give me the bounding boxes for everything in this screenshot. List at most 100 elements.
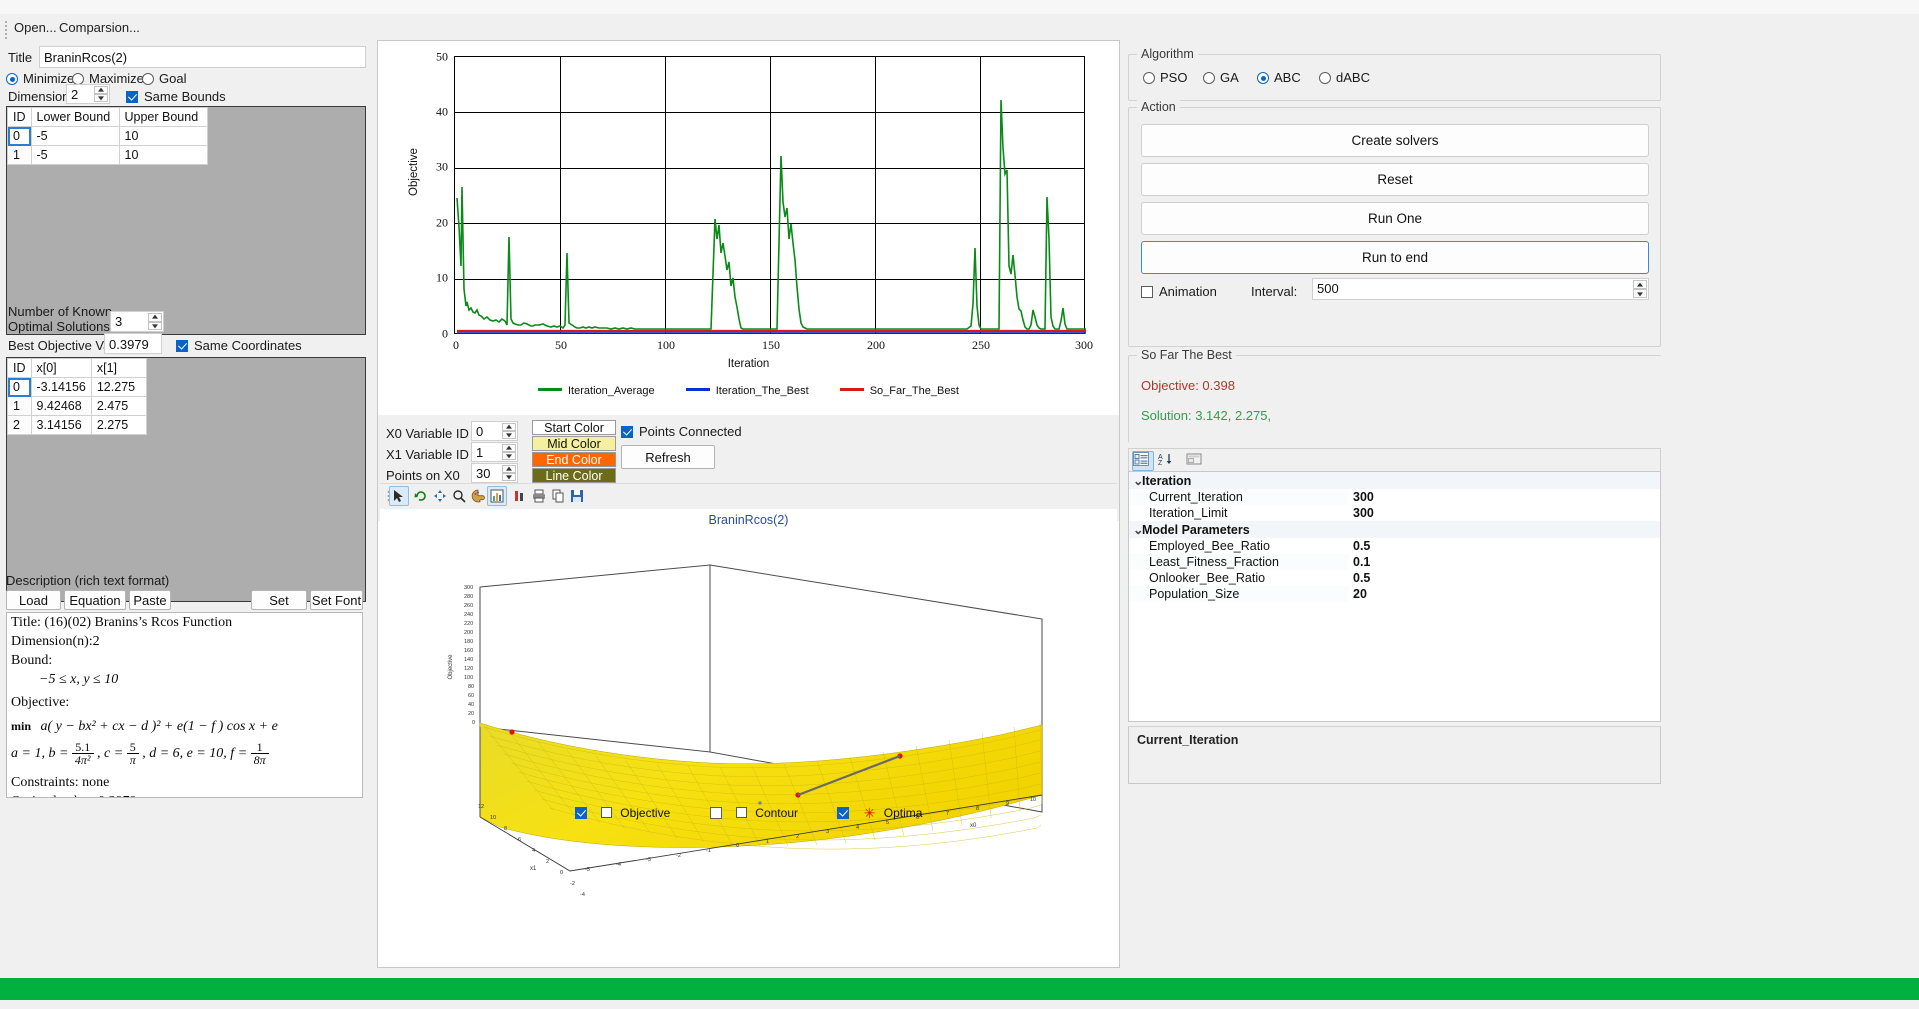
dimension-stepper-up[interactable] [94, 86, 108, 94]
bounds-row1-lower[interactable]: -5 [30, 145, 120, 165]
title-input[interactable]: BraninRcos(2) [39, 46, 366, 68]
bounds-row1-id[interactable]: 1 [7, 145, 32, 165]
points-stepper-buttons[interactable] [502, 465, 516, 481]
checkbox-same-bounds[interactable]: Same Bounds [126, 89, 226, 104]
checkbox-same-coordinates[interactable]: Same Coordinates [176, 338, 302, 353]
radio-abc[interactable]: ABC [1257, 70, 1301, 85]
checkbox-animation[interactable]: Animation [1141, 284, 1217, 299]
radio-dabc[interactable]: dABC [1319, 70, 1370, 85]
table-row[interactable]: 1 9.42468 2.475 [7, 396, 147, 416]
interval-stepper-down[interactable] [1633, 289, 1647, 298]
property-value-least-fitness-fraction[interactable]: 0.1 [1349, 554, 1660, 570]
run-to-end-button[interactable]: Run to end [1141, 241, 1649, 274]
equation-button[interactable]: Equation [64, 590, 126, 610]
chevron-down-icon[interactable]: ⌄ [1133, 473, 1143, 488]
pan-icon[interactable] [430, 486, 450, 506]
solutions-row0-id[interactable]: 0 [7, 377, 32, 397]
table-row[interactable]: 1 -5 10 [7, 145, 208, 165]
surface-plot[interactable]: BraninRcos(2) 300 280 260 240 220 200 180 160… [380, 509, 1117, 967]
line-color-button[interactable]: Line Color [532, 468, 616, 483]
property-grid[interactable]: ⌄Iteration Current_Iteration 300 Iterati… [1128, 471, 1661, 722]
radio-minimize[interactable]: Minimize [6, 71, 74, 86]
mid-color-button[interactable]: Mid Color [532, 436, 616, 451]
checkbox-points-connected[interactable]: Points Connected [621, 424, 742, 439]
bounds-row1-upper[interactable]: 10 [118, 145, 208, 165]
table-row[interactable]: 0 -5 10 [7, 126, 208, 146]
x1-stepper-down[interactable] [502, 452, 516, 460]
num-known-stepper-up[interactable] [148, 313, 162, 322]
paste-button[interactable]: Paste [129, 590, 171, 610]
bounds-row0-id[interactable]: 0 [7, 126, 32, 146]
zoom-icon[interactable] [449, 486, 469, 506]
property-category-model-parameters[interactable]: ⌄Model Parameters [1129, 521, 1660, 538]
print-icon[interactable] [529, 486, 549, 506]
dimension-stepper-buttons[interactable] [94, 86, 108, 102]
save-icon[interactable] [567, 486, 587, 506]
dimension-stepper[interactable]: 2 [66, 84, 110, 104]
checkbox-optima[interactable] [837, 805, 855, 820]
legend-item-iteration-average[interactable]: Iteration_Average [538, 385, 655, 397]
solutions-row1-id[interactable]: 1 [7, 396, 32, 416]
property-category-iteration[interactable]: ⌄Iteration [1129, 472, 1660, 489]
undo-icon[interactable] [411, 486, 431, 506]
bounds-table[interactable]: ID Lower Bound Upper Bound 0 -5 10 1 -5 … [7, 107, 208, 165]
description-rich-text[interactable]: Title: (16)(02) Branins’s Rcos Function … [6, 612, 363, 798]
bounds-row0-upper[interactable]: 10 [118, 126, 208, 146]
x1-stepper-up[interactable] [502, 444, 516, 452]
x0-stepper-up[interactable] [502, 423, 516, 431]
solutions-row0-x1[interactable]: 12.275 [90, 377, 147, 397]
surface-legend-optima[interactable]: ✳ Optima [837, 805, 922, 821]
num-known-stepper-buttons[interactable] [148, 313, 162, 330]
points-stepper-down[interactable] [502, 473, 516, 481]
copy-icon[interactable] [548, 486, 568, 506]
num-known-stepper[interactable]: 3 [110, 311, 164, 332]
surface-legend-objective[interactable]: Objective [574, 805, 674, 820]
chart-settings-icon[interactable] [487, 486, 507, 506]
solutions-row0-x0[interactable]: -3.14156 [30, 377, 92, 397]
table-row[interactable]: Current_Iteration 300 [1129, 489, 1660, 505]
radio-pso[interactable]: PSO [1143, 70, 1187, 85]
x0-stepper-down[interactable] [502, 431, 516, 439]
table-row[interactable]: 2 3.14156 2.275 [7, 415, 147, 435]
x1-variable-stepper[interactable]: 1 [471, 442, 518, 462]
categorized-icon[interactable] [1132, 451, 1154, 471]
property-value-employed-bee-ratio[interactable]: 0.5 [1349, 538, 1660, 554]
chevron-down-icon-2[interactable]: ⌄ [1133, 522, 1143, 537]
load-file-button[interactable]: Load File [6, 590, 61, 627]
refresh-button[interactable]: Refresh [621, 445, 715, 469]
points-stepper-up[interactable] [502, 465, 516, 473]
run-one-button[interactable]: Run One [1141, 202, 1649, 235]
radio-ga[interactable]: GA [1203, 70, 1239, 85]
best-objective-input[interactable]: 0.3979 [104, 333, 162, 354]
legend-item-iteration-the-best[interactable]: Iteration_The_Best [685, 385, 809, 397]
checkbox-objective[interactable] [574, 805, 593, 820]
column-icon[interactable] [510, 486, 530, 506]
set-font-button[interactable]: Set Font [310, 590, 363, 610]
cursor-arrow-icon[interactable] [389, 486, 409, 506]
create-solvers-button[interactable]: Create solvers [1141, 124, 1649, 157]
points-on-x0-stepper[interactable]: 30 [471, 463, 518, 483]
x0-variable-stepper[interactable]: 0 [471, 421, 518, 441]
reset-button[interactable]: Reset [1141, 163, 1649, 196]
solutions-row2-id[interactable]: 2 [7, 415, 32, 435]
interval-stepper-up[interactable] [1633, 280, 1647, 289]
alphabetical-icon[interactable]: AZ [1157, 451, 1179, 471]
interval-stepper[interactable]: 500 [1312, 278, 1649, 300]
bounds-row0-lower[interactable]: -5 [30, 126, 120, 146]
set-color-button[interactable]: Set Color [251, 590, 307, 627]
table-row[interactable]: Employed_Bee_Ratio 0.5 [1129, 538, 1660, 554]
solutions-row1-x1[interactable]: 2.475 [90, 396, 147, 416]
solutions-row1-x0[interactable]: 9.42468 [30, 396, 92, 416]
property-value-population-size[interactable]: 20 [1349, 586, 1660, 602]
property-value-iteration-limit[interactable]: 300 [1349, 505, 1660, 521]
solutions-row2-x0[interactable]: 3.14156 [30, 415, 92, 435]
x1-stepper-buttons[interactable] [502, 444, 516, 460]
property-value-onlooker-bee-ratio[interactable]: 0.5 [1349, 570, 1660, 586]
table-row[interactable]: Onlooker_Bee_Ratio 0.5 [1129, 570, 1660, 586]
checkbox-contour[interactable] [709, 805, 728, 820]
palette-icon[interactable] [468, 486, 488, 506]
radio-goal[interactable]: Goal [142, 71, 186, 86]
start-color-button[interactable]: Start Color [532, 420, 616, 435]
table-row[interactable]: Iteration_Limit 300 [1129, 505, 1660, 521]
interval-stepper-buttons[interactable] [1633, 280, 1647, 298]
